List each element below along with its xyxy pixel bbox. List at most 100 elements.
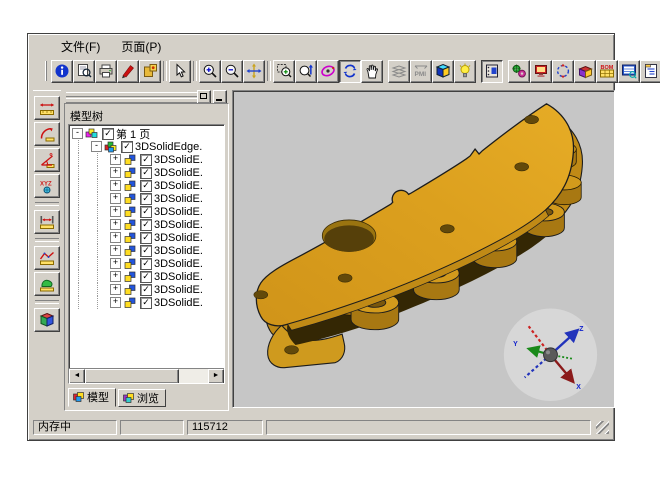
resize-grip[interactable] xyxy=(596,421,609,434)
panel-title-grip[interactable] xyxy=(64,90,229,102)
expand-box[interactable]: + xyxy=(110,297,121,308)
layers-button[interactable] xyxy=(388,60,410,83)
measure-angle-button[interactable] xyxy=(34,148,60,172)
view-cube-button[interactable] xyxy=(432,60,454,83)
expand-box[interactable]: + xyxy=(110,167,121,178)
collapse-box[interactable]: - xyxy=(72,128,83,139)
tree-guide xyxy=(78,179,91,192)
zoom-in-button[interactable] xyxy=(199,60,221,83)
toolbar-grip[interactable] xyxy=(45,61,47,81)
panel-float-button[interactable] xyxy=(197,90,211,104)
model-tree-panel-button[interactable] xyxy=(481,60,503,83)
structure-tree-button[interactable] xyxy=(640,60,660,83)
select-button[interactable] xyxy=(169,60,191,83)
tree-guide xyxy=(78,270,91,283)
data-table-button[interactable] xyxy=(618,60,640,83)
part-node-label[interactable]: 3DSolidE. xyxy=(154,193,203,205)
move-arrows-icon xyxy=(246,63,262,79)
assembly-node-label[interactable]: 3DSolidEdge. xyxy=(135,141,202,153)
part-node-label[interactable]: 3DSolidE. xyxy=(154,245,203,257)
scroll-right-arrow[interactable]: ► xyxy=(208,369,224,384)
expand-box[interactable]: + xyxy=(110,154,121,165)
zoom-out-button[interactable] xyxy=(221,60,243,83)
assembly-button[interactable] xyxy=(508,60,530,83)
visibility-checkbox[interactable]: ✓ xyxy=(102,128,114,140)
expand-box[interactable]: + xyxy=(110,232,121,243)
part-node-label[interactable]: 3DSolidE. xyxy=(154,167,203,179)
scroll-thumb[interactable] xyxy=(85,369,179,384)
collapse-box[interactable]: - xyxy=(91,141,102,152)
expand-box[interactable]: + xyxy=(110,219,121,230)
visibility-checkbox[interactable]: ✓ xyxy=(140,284,152,296)
expand-box[interactable]: + xyxy=(110,206,121,217)
print-button[interactable] xyxy=(95,60,117,83)
visibility-checkbox[interactable]: ✓ xyxy=(140,167,152,179)
visibility-checkbox[interactable]: ✓ xyxy=(140,154,152,166)
pmi-label: PMI xyxy=(415,71,427,78)
expand-box[interactable]: + xyxy=(110,284,121,295)
part-node-label[interactable]: 3DSolidE. xyxy=(154,258,203,270)
visibility-checkbox[interactable]: ✓ xyxy=(140,206,152,218)
solid-view-button[interactable] xyxy=(574,60,596,83)
lighting-button[interactable] xyxy=(454,60,476,83)
menu-file[interactable]: 文件(F) xyxy=(55,37,106,56)
panel-hide-button[interactable] xyxy=(213,90,227,104)
visibility-checkbox[interactable]: ✓ xyxy=(140,297,152,309)
measure-coordinate-button[interactable]: XYZ xyxy=(34,174,60,198)
part-node-label[interactable]: 3DSolidE. xyxy=(154,180,203,192)
spin-animation-button[interactable] xyxy=(552,60,574,83)
tree-guide xyxy=(78,296,91,309)
edit-button[interactable] xyxy=(117,60,139,83)
visibility-checkbox[interactable]: ✓ xyxy=(140,271,152,283)
part-node-label[interactable]: 3DSolidE. xyxy=(154,232,203,244)
measure-volume-button[interactable] xyxy=(34,308,60,332)
page-node-label[interactable]: 第 1 页 xyxy=(116,126,150,142)
export-button[interactable] xyxy=(139,60,161,83)
pan-hand-button[interactable] xyxy=(361,60,383,83)
expand-box[interactable]: + xyxy=(110,258,121,269)
zoom-dynamic-button[interactable] xyxy=(295,60,317,83)
tree-horizontal-scrollbar[interactable]: ◄ ► xyxy=(69,368,224,383)
measure-distance-button[interactable] xyxy=(34,96,60,120)
tree-guide xyxy=(78,283,91,296)
menu-page[interactable]: 页面(P) xyxy=(115,37,167,56)
render-mode-button[interactable] xyxy=(530,60,552,83)
zoom-window-button[interactable] xyxy=(273,60,295,83)
rotate-button[interactable] xyxy=(339,60,361,83)
visibility-checkbox[interactable]: ✓ xyxy=(140,219,152,231)
orbit-button[interactable] xyxy=(317,60,339,83)
part-node-label[interactable]: 3DSolidE. xyxy=(154,154,203,166)
pmi-button[interactable]: PMI xyxy=(410,60,432,83)
zoom-window-icon xyxy=(276,63,292,79)
tab-browse[interactable]: 浏览 xyxy=(118,389,166,407)
measure-between-button[interactable] xyxy=(34,210,60,234)
visibility-checkbox[interactable]: ✓ xyxy=(121,141,133,153)
bom-button[interactable]: BOM xyxy=(596,60,618,83)
visibility-checkbox[interactable]: ✓ xyxy=(140,232,152,244)
orientation-triad[interactable]: Z X Y xyxy=(504,309,597,402)
print-preview-button[interactable] xyxy=(73,60,95,83)
measure-radius-button[interactable] xyxy=(34,122,60,146)
cad-model-canvas[interactable]: Z X Y xyxy=(234,92,611,404)
part-node-label[interactable]: 3DSolidE. xyxy=(154,206,203,218)
part-node-label[interactable]: 3DSolidE. xyxy=(154,297,203,309)
main-toolbar: PMI BOM xyxy=(31,56,611,86)
expand-box[interactable]: + xyxy=(110,271,121,282)
visibility-checkbox[interactable]: ✓ xyxy=(140,193,152,205)
visibility-checkbox[interactable]: ✓ xyxy=(140,258,152,270)
measure-curve-button[interactable] xyxy=(34,246,60,270)
expand-box[interactable]: + xyxy=(110,245,121,256)
about-button[interactable] xyxy=(51,60,73,83)
tab-model[interactable]: 模型 xyxy=(68,388,116,407)
expand-box[interactable]: + xyxy=(110,193,121,204)
part-node-label[interactable]: 3DSolidE. xyxy=(154,219,203,231)
part-node-label[interactable]: 3DSolidE. xyxy=(154,284,203,296)
pan-axes-button[interactable] xyxy=(243,60,265,83)
visibility-checkbox[interactable]: ✓ xyxy=(140,180,152,192)
measure-area-button[interactable] xyxy=(34,272,60,296)
visibility-checkbox[interactable]: ✓ xyxy=(140,245,152,257)
part-node-label[interactable]: 3DSolidE. xyxy=(154,271,203,283)
expand-box[interactable]: + xyxy=(110,180,121,191)
scroll-left-arrow[interactable]: ◄ xyxy=(69,369,85,384)
viewport-3d[interactable]: Z X Y xyxy=(232,90,615,408)
